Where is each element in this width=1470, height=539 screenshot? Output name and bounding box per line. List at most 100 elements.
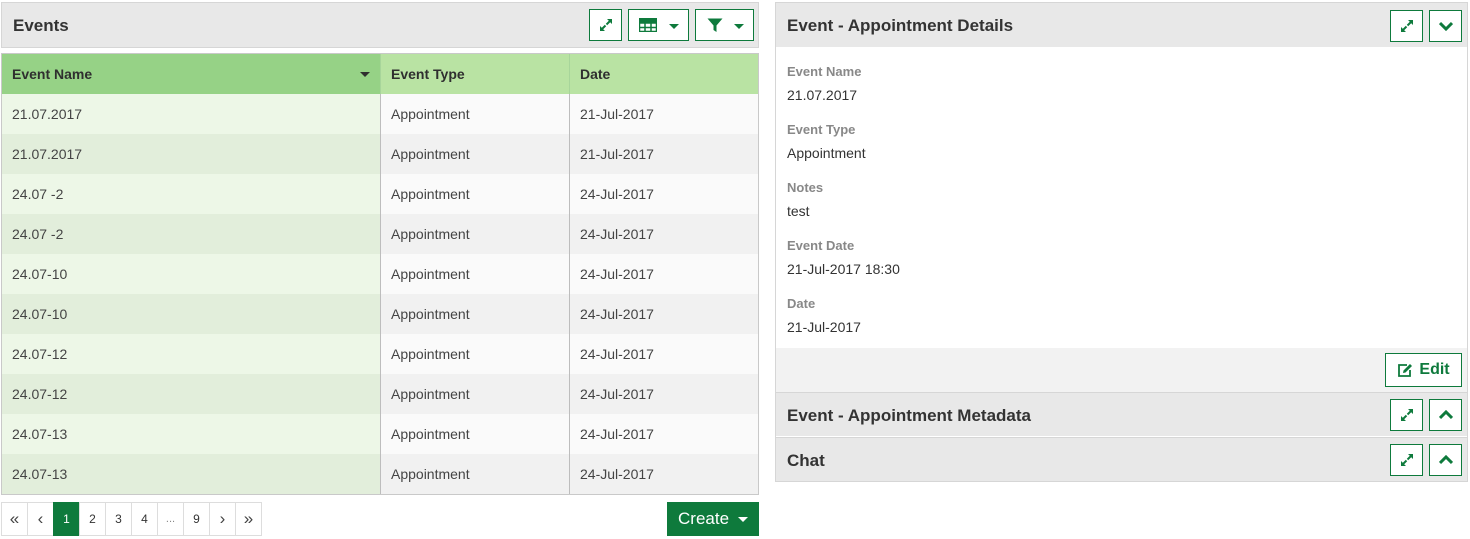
table-row[interactable]: 24.07-12 Appointment 24-Jul-2017 (2, 334, 758, 374)
cell-date: 24-Jul-2017 (570, 414, 758, 454)
page-ellipsis-button[interactable]: ... (157, 502, 184, 536)
field-label-event-type: Event Type (787, 122, 856, 137)
page-button-4[interactable]: 4 (131, 502, 158, 536)
table-row[interactable]: 24.07 -2 Appointment 24-Jul-2017 (2, 174, 758, 214)
field-value-event-date: 21-Jul-2017 18:30 (787, 261, 900, 277)
cell-event-type: Appointment (381, 334, 570, 374)
chat-panel-title: Chat (787, 451, 825, 470)
expand-details-button[interactable] (1390, 10, 1423, 42)
cell-event-type: Appointment (381, 134, 570, 174)
cell-event-type: Appointment (381, 214, 570, 254)
expand-metadata-button[interactable] (1390, 399, 1423, 431)
expand-arrows-icon (1400, 409, 1413, 421)
expand-chat-button[interactable] (1390, 444, 1423, 476)
chevron-up-icon (1438, 455, 1453, 465)
create-button-label: Create (678, 509, 730, 528)
create-button[interactable]: Create (667, 502, 759, 536)
cell-date: 24-Jul-2017 (570, 214, 758, 254)
table-row[interactable]: 21.07.2017 Appointment 21-Jul-2017 (2, 94, 758, 134)
edit-icon (1398, 363, 1413, 377)
page-button-9[interactable]: 9 (183, 502, 210, 536)
expand-chat-section-button[interactable] (1429, 444, 1462, 476)
cell-event-type: Appointment (381, 374, 570, 414)
chevron-down-icon (669, 24, 679, 29)
sort-desc-icon (360, 72, 370, 77)
details-panel-title: Event - Appointment Details (787, 16, 1014, 35)
expand-metadata-section-button[interactable] (1429, 399, 1462, 431)
metadata-panel-header: Event - Appointment Metadata (776, 392, 1467, 436)
cell-event-name: 21.07.2017 (2, 94, 381, 134)
table-row[interactable]: 24.07-10 Appointment 24-Jul-2017 (2, 254, 758, 294)
field-label-event-name: Event Name (787, 64, 862, 79)
filter-button[interactable] (695, 9, 754, 41)
field-value-date: 21-Jul-2017 (787, 319, 861, 335)
column-chooser-button[interactable] (628, 9, 689, 41)
cell-event-name: 24.07-12 (2, 334, 381, 374)
metadata-panel-title: Event - Appointment Metadata (787, 406, 1031, 425)
cell-event-name: 24.07 -2 (2, 214, 381, 254)
filter-funnel-icon (707, 18, 723, 32)
table-row[interactable]: 24.07-13 Appointment 24-Jul-2017 (2, 454, 758, 494)
expand-arrows-icon (1400, 20, 1413, 32)
chevron-up-icon (1438, 410, 1453, 420)
table-grid-icon (639, 18, 657, 32)
cell-date: 21-Jul-2017 (570, 94, 758, 134)
column-header-event-name[interactable]: Event Name (2, 54, 381, 94)
events-panel-title: Events (13, 16, 69, 35)
table-row[interactable]: 24.07 -2 Appointment 24-Jul-2017 (2, 214, 758, 254)
cell-event-name: 21.07.2017 (2, 134, 381, 174)
cell-event-type: Appointment (381, 94, 570, 134)
expand-arrows-icon (599, 19, 612, 31)
chevron-down-icon (734, 24, 744, 29)
first-page-button[interactable]: « (1, 502, 28, 536)
chat-panel-header: Chat (776, 437, 1467, 481)
field-value-event-type: Appointment (787, 145, 866, 161)
chevron-down-icon (1438, 21, 1453, 31)
details-fields: Event Name 21.07.2017 Event Type Appoint… (776, 47, 1467, 348)
table-row[interactable]: 21.07.2017 Appointment 21-Jul-2017 (2, 134, 758, 174)
events-panel-header: Events (1, 2, 759, 48)
field-label-notes: Notes (787, 180, 824, 195)
cell-event-name: 24.07-10 (2, 254, 381, 294)
events-grid: Event Name Event Type Date 21.07.2017 App… (1, 53, 759, 495)
details-panel: Event - Appointment Details Event Name 2… (775, 2, 1468, 482)
cell-event-name: 24.07-13 (2, 414, 381, 454)
cell-event-type: Appointment (381, 254, 570, 294)
chevron-down-icon (738, 517, 748, 522)
cell-date: 24-Jul-2017 (570, 174, 758, 214)
edit-button-label: Edit (1419, 361, 1450, 378)
table-row[interactable]: 24.07-12 Appointment 24-Jul-2017 (2, 374, 758, 414)
last-page-button[interactable]: » (235, 502, 262, 536)
next-page-button[interactable]: › (209, 502, 236, 536)
field-value-event-name: 21.07.2017 (787, 87, 858, 103)
cell-date: 24-Jul-2017 (570, 254, 758, 294)
collapse-details-button[interactable] (1429, 10, 1462, 42)
cell-date: 24-Jul-2017 (570, 454, 758, 494)
expand-panel-button[interactable] (589, 9, 622, 41)
cell-event-type: Appointment (381, 174, 570, 214)
field-label-event-date: Event Date (787, 238, 855, 253)
details-panel-header: Event - Appointment Details (776, 3, 1467, 47)
page-button-2[interactable]: 2 (79, 502, 106, 536)
column-header-label: Date (580, 66, 611, 82)
cell-event-name: 24.07-12 (2, 374, 381, 414)
column-header-date[interactable]: Date (570, 54, 758, 94)
cell-date: 24-Jul-2017 (570, 294, 758, 334)
column-header-label: Event Name (12, 66, 93, 82)
field-label-date: Date (787, 296, 816, 311)
page-button-1[interactable]: 1 (53, 502, 80, 536)
table-row[interactable]: 24.07-10 Appointment 24-Jul-2017 (2, 294, 758, 334)
edit-button[interactable]: Edit (1385, 353, 1462, 387)
cell-date: 24-Jul-2017 (570, 374, 758, 414)
cell-event-name: 24.07 -2 (2, 174, 381, 214)
expand-arrows-icon (1400, 454, 1413, 466)
table-row[interactable]: 24.07-13 Appointment 24-Jul-2017 (2, 414, 758, 454)
field-value-notes: test (787, 203, 810, 219)
details-footer: Edit (776, 348, 1467, 392)
page-button-3[interactable]: 3 (105, 502, 132, 536)
cell-event-name: 24.07-10 (2, 294, 381, 334)
grid-header: Event Name Event Type Date (2, 54, 758, 94)
column-header-event-type[interactable]: Event Type (381, 54, 570, 94)
cell-event-type: Appointment (381, 454, 570, 494)
prev-page-button[interactable]: ‹ (27, 502, 54, 536)
